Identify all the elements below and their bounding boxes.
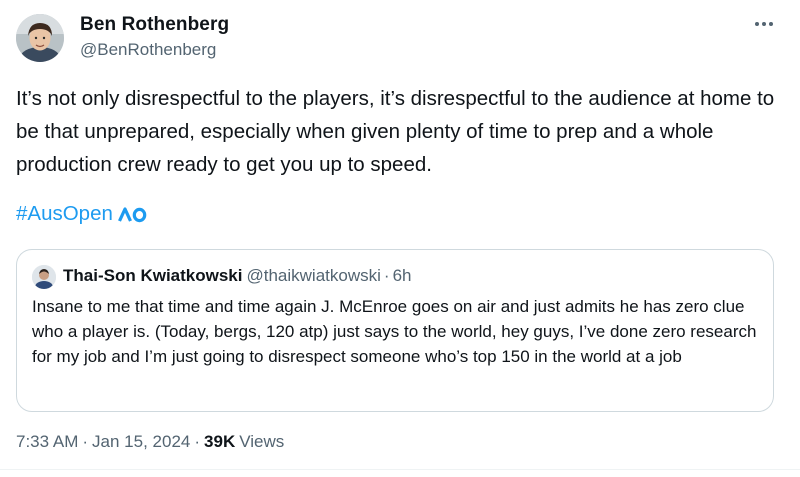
divider: [0, 469, 800, 470]
quote-author-avatar[interactable]: [32, 265, 56, 289]
quote-header: Thai-Son Kwiatkowski @thaikwiatkowski · 6h: [63, 266, 411, 286]
tweet-meta: 7:33 AM · Jan 15, 2024 · 39K Views: [16, 432, 284, 452]
views-label: Views: [239, 432, 285, 451]
ao-logo-icon: [117, 207, 148, 223]
author-name[interactable]: Ben Rothenberg: [80, 14, 229, 36]
meta-separator: ·: [194, 432, 201, 451]
author-avatar[interactable]: [16, 14, 64, 62]
tweet: Ben Rothenberg @BenRothenberg It’s not o…: [0, 0, 800, 477]
views-count[interactable]: 39K: [204, 432, 235, 451]
quote-separator: ·: [383, 266, 390, 285]
tweet-time[interactable]: 7:33 AM: [16, 432, 78, 451]
hashtag-link[interactable]: #AusOpen: [16, 202, 113, 226]
quote-text: Insane to me that time and time again J.…: [32, 297, 757, 366]
tweet-text: It’s not only disrespectful to the playe…: [16, 87, 775, 176]
hashtag-row: #AusOpen: [16, 202, 148, 226]
quoted-tweet[interactable]: Thai-Son Kwiatkowski @thaikwiatkowski · 6h …: [16, 249, 774, 412]
quote-timestamp[interactable]: 6h: [393, 266, 412, 285]
more-options-icon[interactable]: [750, 12, 778, 36]
author-handle[interactable]: @BenRothenberg: [80, 40, 216, 60]
meta-separator: ·: [82, 432, 89, 451]
tweet-date[interactable]: Jan 15, 2024: [92, 432, 190, 451]
quote-author-handle[interactable]: @thaikwiatkowski: [246, 266, 380, 285]
quote-author-name[interactable]: Thai-Son Kwiatkowski: [63, 266, 242, 285]
